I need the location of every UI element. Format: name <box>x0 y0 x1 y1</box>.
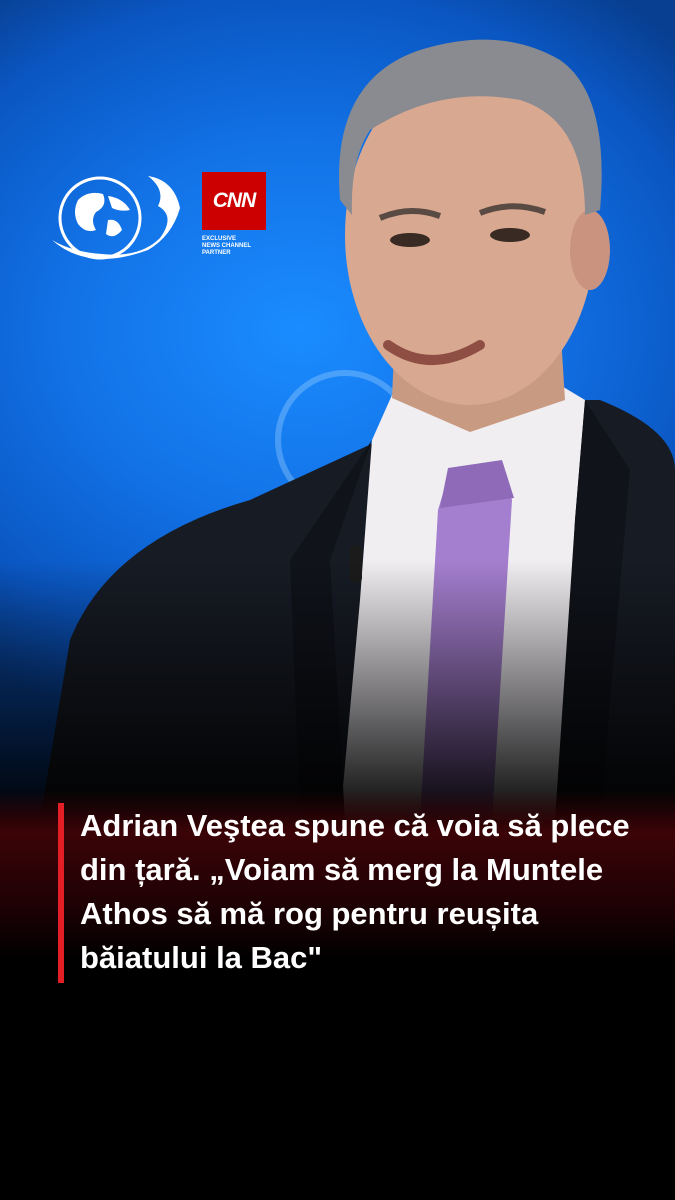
story-frame: CNN EXCLUSIVE NEWS CHANNEL PARTNER Adria… <box>0 0 675 1200</box>
cnn-logo: CNN <box>202 172 266 230</box>
cnn-partner-line-2: NEWS CHANNEL <box>202 243 251 249</box>
cnn-partner-caption: EXCLUSIVE NEWS CHANNEL PARTNER <box>202 236 272 257</box>
headline-accent-bar <box>58 803 64 983</box>
ear-right <box>570 210 610 290</box>
cnn-partner-line-3: PARTNER <box>202 250 231 256</box>
cnn-logo-text: CNN <box>212 189 256 212</box>
eye-right <box>490 228 530 242</box>
headline-text: Adrian Veştea spune că voia să plece din… <box>80 808 630 975</box>
eye-left <box>390 233 430 247</box>
antena3-globe-3-logo <box>52 176 180 260</box>
cnn-partner-line-1: EXCLUSIVE <box>202 236 237 242</box>
